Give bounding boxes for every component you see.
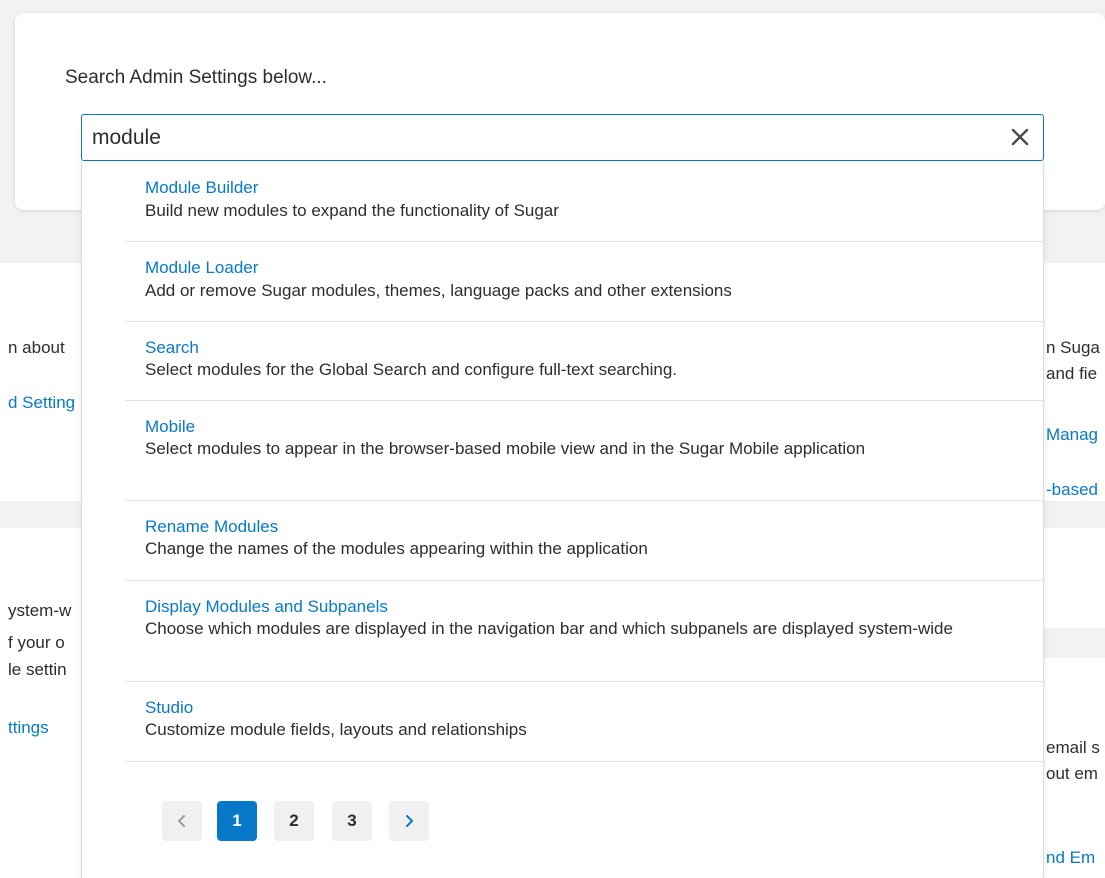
background-text-fragment: out em <box>1046 764 1098 783</box>
result-title[interactable]: Rename Modules <box>145 517 278 537</box>
background-link-fragment[interactable]: d Setting <box>8 393 81 413</box>
result-description: Select modules for the Global Search and… <box>145 360 678 379</box>
background-text-fragment: f your o <box>8 633 65 652</box>
chevron-right-icon <box>403 814 415 828</box>
result-title[interactable]: Mobile <box>145 417 195 437</box>
result-description: Customize module fields, layouts and rel… <box>145 720 527 739</box>
page-button-1[interactable]: 1 <box>217 801 257 841</box>
next-page-button[interactable] <box>389 801 429 841</box>
search-heading: Search Admin Settings below... <box>65 67 327 88</box>
background-link-fragment[interactable]: Manag <box>1046 425 1105 445</box>
result-title[interactable]: Module Loader <box>145 258 258 278</box>
background-text-fragment: n about <box>8 338 65 357</box>
background-panel-left <box>0 263 81 501</box>
result-description: Select modules to appear in the browser-… <box>145 439 866 458</box>
background-text-fragment: email s <box>1046 738 1100 757</box>
result-item-rename-modules[interactable]: Rename Modules Change the names of the m… <box>125 501 1045 581</box>
background-panel-right-mid <box>1044 528 1105 628</box>
background-text-fragment: ystem-w <box>8 601 72 620</box>
background-link-fragment[interactable]: ttings <box>8 718 81 738</box>
result-item-search[interactable]: Search Select modules for the Global Sea… <box>125 322 1045 401</box>
background-panel-left-lower <box>0 528 81 878</box>
chevron-left-icon <box>176 814 188 828</box>
background-link-fragment[interactable]: -based <box>1046 480 1105 500</box>
result-title[interactable]: Module Builder <box>145 178 258 198</box>
result-item-module-builder[interactable]: Module Builder Build new modules to expa… <box>125 161 1045 242</box>
background-text-fragment: and fie <box>1046 364 1098 383</box>
background-text-fragment: n Suga <box>1046 338 1100 357</box>
result-description: Change the names of the modules appearin… <box>145 539 648 558</box>
result-item-mobile[interactable]: Mobile Select modules to appear in the b… <box>125 401 1045 501</box>
search-box <box>81 114 1044 161</box>
result-description: Build new modules to expand the function… <box>145 201 559 220</box>
result-title[interactable]: Display Modules and Subpanels <box>145 597 388 617</box>
background-link-fragment[interactable]: nd Em <box>1046 848 1105 868</box>
page-button-3[interactable]: 3 <box>332 801 372 841</box>
result-description: Add or remove Sugar modules, themes, lan… <box>145 281 732 300</box>
result-item-module-loader[interactable]: Module Loader Add or remove Sugar module… <box>125 242 1045 322</box>
result-description: Choose which modules are displayed in th… <box>145 619 953 638</box>
result-item-studio[interactable]: Studio Customize module fields, layouts … <box>125 682 1045 762</box>
result-item-display-modules-subpanels[interactable]: Display Modules and Subpanels Choose whi… <box>125 581 1045 682</box>
search-results-dropdown: Module Builder Build new modules to expa… <box>81 161 1045 878</box>
search-input[interactable] <box>92 123 972 153</box>
result-title[interactable]: Search <box>145 338 199 358</box>
page-button-2[interactable]: 2 <box>274 801 314 841</box>
result-title[interactable]: Studio <box>145 698 193 718</box>
background-text-fragment: le settin <box>8 660 67 679</box>
clear-icon[interactable] <box>1009 126 1031 148</box>
previous-page-button[interactable] <box>162 801 202 841</box>
